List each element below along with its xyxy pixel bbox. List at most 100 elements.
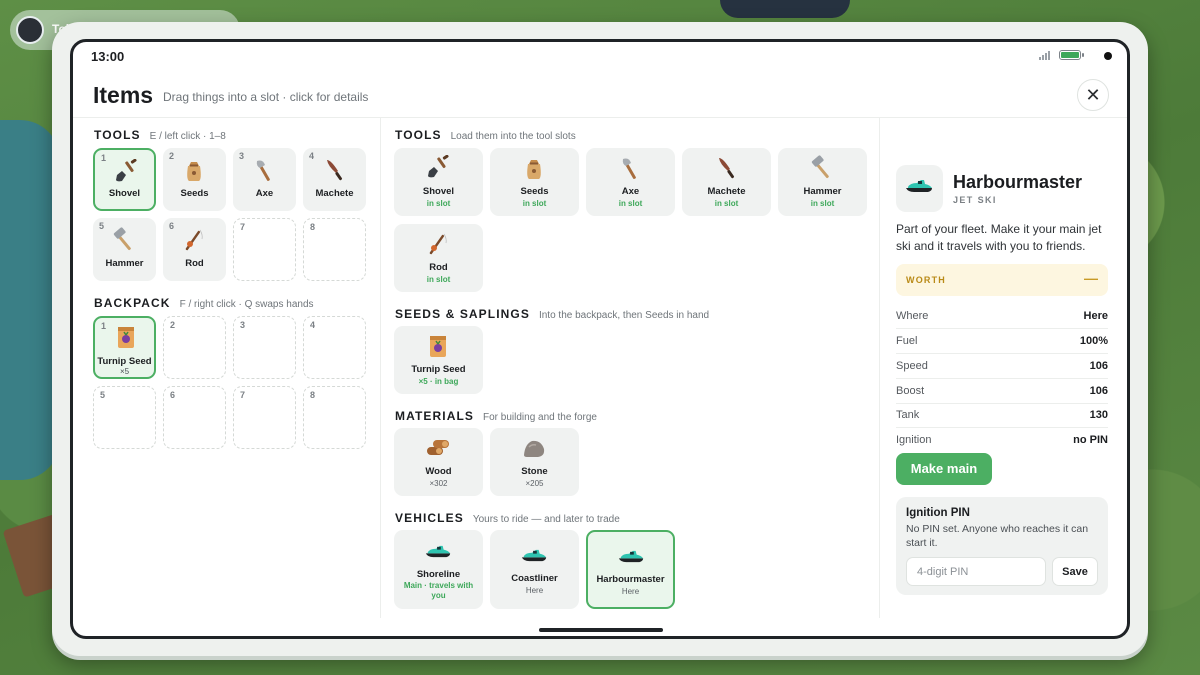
seeds-heading: SEEDS & SAPLINGS Into the backpack, then… — [395, 307, 709, 321]
backpack-slot-4[interactable]: 4 — [303, 316, 366, 379]
vehicle-coastliner[interactable]: Coastliner Here — [490, 530, 579, 609]
stat-value: 106 — [1089, 385, 1108, 397]
item-status: in slot — [426, 275, 451, 284]
stat-speed: Speed 106 — [896, 354, 1108, 379]
slot-label: Turnip Seed — [97, 356, 152, 367]
inventory-item-stone[interactable]: Stone ×205 — [490, 428, 579, 496]
vehicle-shoreline[interactable]: Shoreline Main · travels with you — [394, 530, 483, 609]
vehicle-label: Harbourmaster — [596, 574, 665, 585]
materials-hint: For building and the forge — [483, 412, 597, 423]
vehicles-hint: Yours to ride — and later to trade — [472, 514, 620, 525]
inventory-item-seeds[interactable]: Seeds in slot — [490, 148, 579, 216]
item-status: in slot — [810, 199, 835, 208]
inventory-item-rod[interactable]: Rod in slot — [394, 224, 483, 292]
seeds-hint: Into the backpack, then Seeds in hand — [538, 310, 710, 321]
page-title: Items — [93, 82, 154, 108]
inventory-item-turnip-seed[interactable]: Turnip Seed ×5 · in bag — [394, 326, 483, 394]
tool-slot-5[interactable]: 5 Hammer — [93, 218, 156, 281]
close-button[interactable]: ✕ — [1077, 79, 1109, 111]
slot-label: Rod — [185, 258, 204, 269]
item-label: Shovel — [422, 186, 455, 197]
vehicle-harbourmaster[interactable]: Harbourmaster Here — [586, 530, 675, 609]
pin-save-button[interactable]: Save — [1052, 557, 1098, 586]
tool-slot-1[interactable]: 1 Shovel — [93, 148, 156, 211]
backpack-slot-6[interactable]: 6 — [163, 386, 226, 449]
page-subtitle: Drag things into a slot · click for deta… — [163, 90, 369, 104]
player-avatar — [16, 16, 44, 44]
turnip-seed-packet-icon — [113, 324, 139, 350]
inventory-item-hammer[interactable]: Hammer in slot — [778, 148, 867, 216]
seeds-title: SEEDS & SAPLINGS — [395, 307, 530, 321]
tool-slot-6[interactable]: 6 Rod — [163, 218, 226, 281]
slot-number: 3 — [239, 151, 245, 161]
backpack-slot-1[interactable]: 1 Turnip Seed ×5 — [93, 316, 156, 379]
item-label: Hammer — [803, 186, 842, 197]
jet-ski-icon — [617, 547, 645, 566]
inventory-panel: TOOLS Load them into the tool slots Shov… — [381, 118, 880, 618]
stat-value: 100% — [1079, 335, 1108, 347]
stat-value: no PIN — [1073, 434, 1108, 446]
backpack-slot-3[interactable]: 3 — [233, 316, 296, 379]
slot-label: Axe — [255, 188, 274, 199]
jet-ski-icon — [424, 542, 452, 561]
item-label: Stone — [521, 466, 548, 477]
item-status: ×5 · in bag — [418, 377, 459, 386]
stat-key: Fuel — [896, 335, 918, 347]
tool-slot-8[interactable]: 8 — [303, 218, 366, 281]
status-bar: 13:00 — [73, 42, 1127, 70]
pin-input[interactable] — [906, 557, 1046, 586]
signal-icon — [1039, 51, 1050, 60]
slot-number: 4 — [310, 320, 316, 330]
tools-inventory-title: TOOLS — [395, 128, 442, 142]
item-status: in slot — [618, 199, 643, 208]
inventory-item-machete[interactable]: Machete in slot — [682, 148, 771, 216]
backpack-hint: F / right click · Q swaps hands — [179, 299, 314, 310]
machete-icon — [321, 157, 347, 183]
home-indicator[interactable] — [539, 628, 663, 632]
tools-slots-heading: TOOLS E / left click · 1–8 — [94, 128, 226, 142]
backpack-heading: BACKPACK F / right click · Q swaps hands — [94, 296, 314, 310]
vehicle-label: Coastliner — [511, 573, 558, 584]
tools-inventory-heading: TOOLS Load them into the tool slots — [395, 128, 576, 142]
detail-description: Part of your fleet. Make it your main je… — [896, 222, 1102, 253]
vehicles-heading: VEHICLES Yours to ride — and later to tr… — [395, 511, 620, 525]
inventory-item-shovel[interactable]: Shovel in slot — [394, 148, 483, 216]
seed-bag-icon — [181, 157, 207, 183]
water — [0, 120, 60, 480]
backpack-slot-2[interactable]: 2 — [163, 316, 226, 379]
status-time: 13:00 — [91, 49, 125, 64]
item-label: Rod — [429, 262, 448, 273]
backpack-slot-7[interactable]: 7 — [233, 386, 296, 449]
item-label: Wood — [425, 466, 452, 477]
tool-slot-2[interactable]: 2 Seeds — [163, 148, 226, 211]
item-label: Turnip Seed — [411, 364, 466, 375]
slot-number: 5 — [99, 221, 105, 231]
detail-type: JET SKI — [953, 195, 997, 205]
stat-key: Ignition — [896, 434, 932, 446]
stat-value: 106 — [1089, 360, 1108, 372]
item-status: in slot — [714, 199, 739, 208]
slot-number: 2 — [169, 151, 175, 161]
materials-heading: MATERIALS For building and the forge — [395, 409, 597, 423]
axe-icon — [617, 155, 643, 181]
slot-label: Machete — [315, 188, 354, 199]
item-status: in slot — [426, 199, 451, 208]
vehicle-status: Here — [621, 587, 640, 596]
backpack-slot-8[interactable]: 8 — [303, 386, 366, 449]
backpack-slot-5[interactable]: 5 — [93, 386, 156, 449]
slot-count: ×5 — [119, 367, 130, 376]
tool-slot-4[interactable]: 4 Machete — [303, 148, 366, 211]
detail-name: Harbourmaster — [953, 172, 1083, 192]
inventory-item-wood[interactable]: Wood ×302 — [394, 428, 483, 496]
worth-bar: WORTH — — [896, 264, 1108, 296]
stat-tank: Tank 130 — [896, 403, 1108, 428]
worth-value: — — [1084, 270, 1098, 286]
tool-slot-3[interactable]: 3 Axe — [233, 148, 296, 211]
shovel-icon — [425, 155, 451, 181]
inventory-item-axe[interactable]: Axe in slot — [586, 148, 675, 216]
tool-slot-7[interactable]: 7 — [233, 218, 296, 281]
building-roof — [720, 0, 850, 18]
make-main-button[interactable]: Make main — [896, 453, 992, 485]
items-header: Items Drag things into a slot · click fo… — [73, 70, 1127, 118]
detail-icon-tile — [896, 165, 943, 212]
